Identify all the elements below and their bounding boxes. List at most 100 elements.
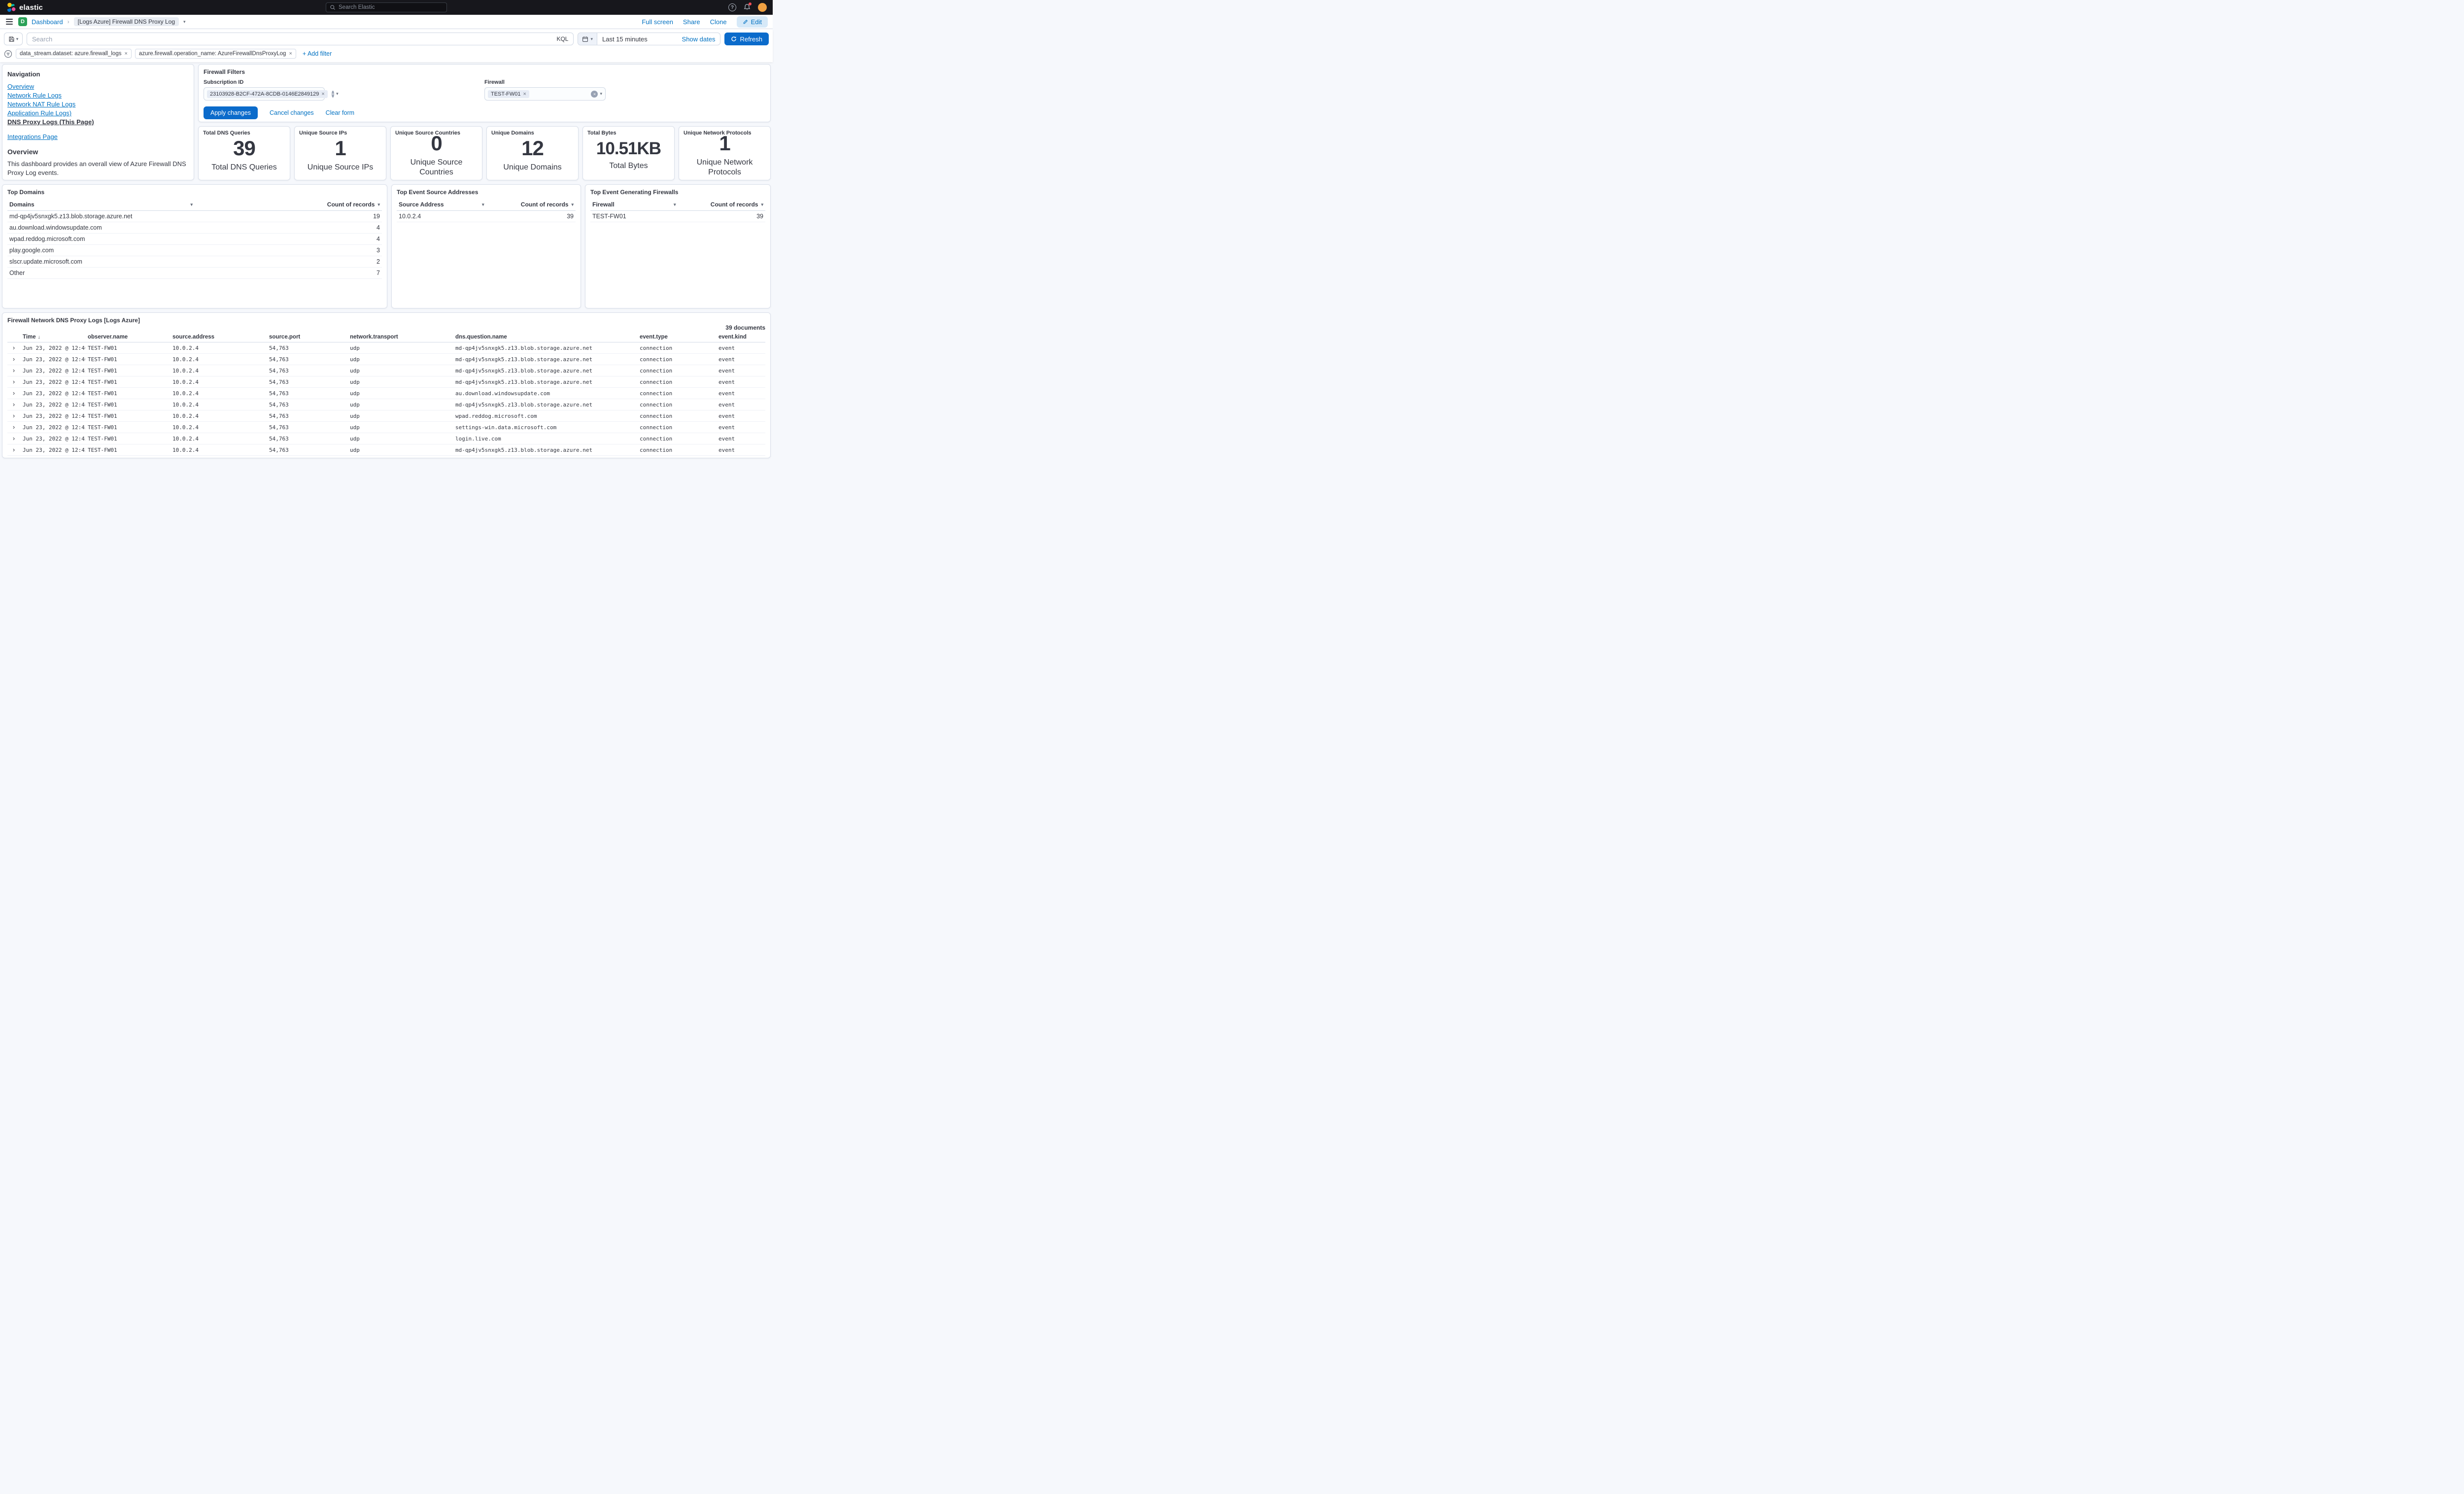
expand-row-icon[interactable]: › bbox=[13, 446, 15, 453]
expand-row-icon[interactable]: › bbox=[13, 367, 15, 374]
user-avatar[interactable] bbox=[758, 3, 767, 12]
table-cell: connection bbox=[637, 388, 716, 399]
refresh-button[interactable]: Refresh bbox=[724, 33, 769, 45]
brand[interactable]: elastic bbox=[6, 2, 43, 12]
full-screen-button[interactable]: Full screen bbox=[642, 18, 673, 26]
firewall-combobox[interactable]: TEST-FW01 × × ▾ bbox=[484, 87, 606, 101]
column-header-dns-question-name[interactable]: dns.question.name bbox=[453, 332, 637, 342]
column-header-source-address[interactable]: source.address bbox=[170, 332, 267, 342]
query-search-input[interactable] bbox=[32, 35, 552, 43]
filter-icon[interactable] bbox=[4, 50, 12, 58]
column-header-domains[interactable]: Domains▾ bbox=[7, 199, 195, 211]
apply-changes-button[interactable]: Apply changes bbox=[204, 106, 258, 119]
table-cell: 54,763 bbox=[267, 410, 347, 422]
table-cell: udp bbox=[347, 399, 453, 410]
table-cell: TEST-FW01 bbox=[85, 433, 170, 444]
column-header-source-port[interactable]: source.port bbox=[267, 332, 347, 342]
metric-value: 1 bbox=[719, 133, 730, 154]
filter-pill-dataset[interactable]: data_stream.dataset: azure.firewall_logs… bbox=[16, 49, 132, 59]
table-row: ›Jun 23, 2022 @ 12:46:41.795TEST-FW0110.… bbox=[7, 354, 765, 365]
nav-link-network-nat-rule-logs[interactable]: Network NAT Rule Logs bbox=[7, 101, 189, 108]
nav-link-overview[interactable]: Overview bbox=[7, 83, 189, 90]
table-cell: connection bbox=[637, 422, 716, 433]
menu-icon[interactable] bbox=[5, 17, 14, 27]
table-cell: TEST-FW01 bbox=[85, 388, 170, 399]
close-icon[interactable]: × bbox=[321, 91, 324, 97]
table-cell: 2 bbox=[195, 256, 382, 268]
filter-pill-operation[interactable]: azure.firewall.operation_name: AzureFire… bbox=[135, 49, 296, 59]
share-button[interactable]: Share bbox=[683, 18, 700, 26]
nav-link-application-rule-logs[interactable]: Application Rule Logs) bbox=[7, 109, 189, 117]
table-cell: udp bbox=[347, 433, 453, 444]
firewall-pill[interactable]: TEST-FW01 × bbox=[488, 90, 529, 98]
expand-row-icon[interactable]: › bbox=[13, 344, 15, 351]
column-header-source-address[interactable]: Source Address▾ bbox=[397, 199, 486, 211]
column-header-count[interactable]: Count of records▾ bbox=[678, 199, 766, 211]
column-header-firewall[interactable]: Firewall▾ bbox=[590, 199, 678, 211]
expand-cell: › bbox=[7, 444, 20, 456]
expand-row-icon[interactable]: › bbox=[13, 435, 15, 442]
clear-form-button[interactable]: Clear form bbox=[326, 109, 354, 116]
notifications-bell-icon[interactable] bbox=[743, 3, 751, 11]
chevron-down-icon[interactable]: ▾ bbox=[183, 19, 186, 25]
calendar-button[interactable]: ▾ bbox=[578, 33, 597, 45]
cancel-changes-button[interactable]: Cancel changes bbox=[270, 109, 314, 116]
close-icon[interactable]: × bbox=[289, 51, 292, 57]
column-header-network-transport[interactable]: network.transport bbox=[347, 332, 453, 342]
subscription-id-combobox[interactable]: 23103928-B2CF-472A-8CDB-0146E2849129 × ×… bbox=[204, 87, 325, 101]
expand-row-icon[interactable]: › bbox=[13, 401, 15, 408]
nav-link-integrations-page[interactable]: Integrations Page bbox=[7, 133, 189, 140]
table-cell: TEST-FW01 bbox=[85, 354, 170, 365]
table-cell: md-qp4jv5snxgk5.z13.blob.storage.azure.n… bbox=[453, 354, 637, 365]
table-cell: Jun 23, 2022 @ 12:44:41.989 bbox=[20, 388, 85, 399]
help-icon[interactable]: ? bbox=[728, 3, 736, 11]
global-search-input[interactable] bbox=[339, 4, 443, 10]
chevron-down-icon[interactable]: ▾ bbox=[600, 91, 602, 97]
nav-link-network-rule-logs[interactable]: Network Rule Logs bbox=[7, 92, 189, 99]
expand-row-icon[interactable]: › bbox=[13, 389, 15, 397]
close-icon[interactable]: × bbox=[523, 91, 526, 97]
table-cell: 4 bbox=[195, 222, 382, 234]
chevron-down-icon: ▾ bbox=[16, 36, 19, 42]
save-query-button[interactable]: ▾ bbox=[4, 33, 23, 45]
navigation-title: Navigation bbox=[7, 70, 189, 78]
expand-row-icon[interactable]: › bbox=[13, 412, 15, 419]
expand-row-icon[interactable]: › bbox=[13, 423, 15, 431]
table-cell: 10.0.2.4 bbox=[170, 365, 267, 376]
edit-button[interactable]: Edit bbox=[737, 16, 768, 28]
table-row: ›Jun 23, 2022 @ 12:45:11.515TEST-FW0110.… bbox=[7, 376, 765, 388]
clear-icon[interactable]: × bbox=[332, 91, 334, 98]
column-header-event-kind[interactable]: event.kind bbox=[716, 332, 765, 342]
chevron-down-icon[interactable]: ▾ bbox=[336, 91, 339, 97]
table-cell: udp bbox=[347, 444, 453, 456]
top-source-addresses-panel: Top Event Source Addresses Source Addres… bbox=[391, 184, 581, 308]
add-filter-button[interactable]: + Add filter bbox=[303, 50, 332, 57]
table-cell: 54,763 bbox=[267, 354, 347, 365]
time-range-value[interactable]: Last 15 minutes bbox=[597, 35, 652, 43]
column-header-count[interactable]: Count of records▾ bbox=[486, 199, 576, 211]
table-cell: connection bbox=[637, 410, 716, 422]
table-cell: md-qp4jv5snxgk5.z13.blob.storage.azure.n… bbox=[7, 211, 195, 222]
table-cell: wpad.reddog.microsoft.com bbox=[7, 234, 195, 245]
nav-link-dns-proxy-logs-this-page[interactable]: DNS Proxy Logs (This Page) bbox=[7, 118, 189, 126]
top-firewalls-table: Firewall▾ Count of records▾ TEST-FW0139 bbox=[590, 199, 765, 222]
clear-icon[interactable]: × bbox=[591, 91, 598, 98]
column-header-observer-name[interactable]: observer.name bbox=[85, 332, 170, 342]
chevron-down-icon: ▾ bbox=[674, 202, 676, 207]
subscription-id-pill[interactable]: 23103928-B2CF-472A-8CDB-0146E2849129 × bbox=[207, 90, 328, 98]
column-header-count[interactable]: Count of records▾ bbox=[195, 199, 382, 211]
clone-button[interactable]: Clone bbox=[710, 18, 727, 26]
global-search[interactable] bbox=[326, 2, 447, 12]
kql-language-button[interactable]: KQL bbox=[556, 35, 568, 42]
table-cell: udp bbox=[347, 365, 453, 376]
breadcrumb-dashboard[interactable]: Dashboard bbox=[32, 18, 63, 26]
expand-row-icon[interactable]: › bbox=[13, 355, 15, 363]
top-source-addresses-table: Source Address▾ Count of records▾ 10.0.2… bbox=[397, 199, 576, 222]
close-icon[interactable]: × bbox=[124, 51, 127, 57]
table-cell: event bbox=[716, 376, 765, 388]
column-header-time[interactable]: Time↓ bbox=[20, 332, 85, 342]
show-dates-button[interactable]: Show dates bbox=[677, 35, 720, 43]
column-header-event-type[interactable]: event.type bbox=[637, 332, 716, 342]
expand-row-icon[interactable]: › bbox=[13, 378, 15, 385]
chevron-down-icon: ▾ bbox=[482, 202, 484, 207]
